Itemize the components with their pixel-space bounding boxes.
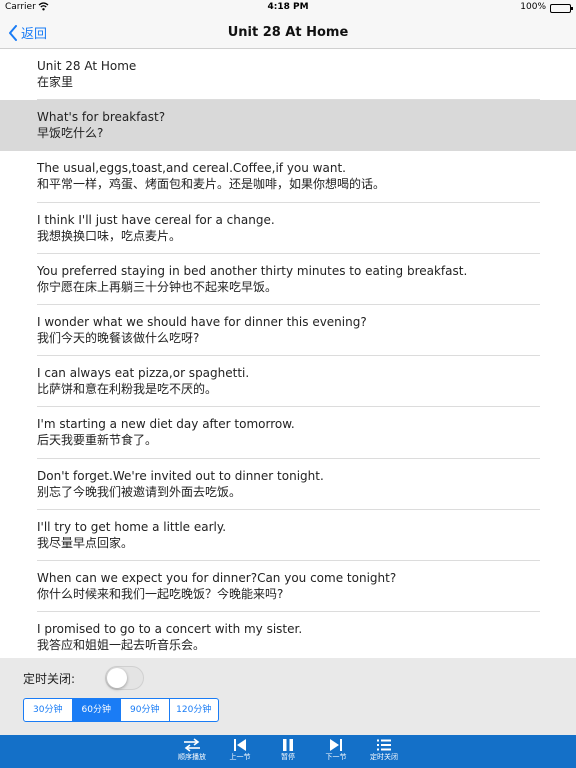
battery-percent: 100% [520,2,546,12]
sentence-english: The usual,eggs,toast,and cereal.Coffee,i… [37,161,346,176]
timer-menu-label: 定时关闭 [370,753,398,761]
sentence-row[interactable]: I'm starting a new diet day after tomorr… [0,407,576,459]
sentence-row[interactable]: What's for breakfast? 早饭吃什么? [0,100,576,152]
timer-menu-button[interactable]: 定时关闭 [360,738,408,762]
play-order-label: 顺序播放 [178,753,206,761]
toggle-knob [107,668,127,688]
navigation-bar: 返回 Unit 28 At Home [0,16,576,49]
next-button[interactable]: 下一节 [312,738,360,762]
skip-previous-icon [234,739,246,751]
timer-option-1[interactable]: 60分钟 [72,699,121,721]
sentence-english: What's for breakfast? [37,110,166,125]
list-icon [377,739,391,751]
repeat-order-icon [184,738,200,752]
sentence-row[interactable]: The usual,eggs,toast,and cereal.Coffee,i… [0,151,576,203]
sentence-chinese: 早饭吃什么? [37,126,104,141]
sentence-chinese: 我想换换口味，吃点麦片。 [37,228,182,243]
sentence-english: I promised to go to a concert with my si… [37,622,303,637]
sentence-list[interactable]: Unit 28 At Home 在家里 What's for breakfast? 早… [0,49,576,658]
next-label: 下一节 [325,753,347,761]
sentence-row[interactable]: Don't forget.We're invited out to dinner… [0,459,576,510]
sentence-row[interactable]: I'll try to get home a little early. 我尽量早… [0,510,576,562]
sentence-chinese: 后天我要重新节食了。 [37,433,158,448]
sentence-row[interactable]: You preferred staying in bed another thi… [0,254,576,306]
previous-button[interactable]: 上一节 [216,738,264,762]
clock: 4:18 PM [267,2,309,12]
sentence-row[interactable]: I wonder what we should have for dinner … [0,305,576,357]
status-bar: Carrier 4:18 PM 100% [0,0,576,16]
pause-icon [283,739,293,751]
sentence-chinese: 和平常一样，鸡蛋、烤面包和麦片。还是咖啡，如果你想喝的话。 [37,177,386,192]
sentence-chinese: 比萨饼和意在利粉我是吃不厌的。 [37,382,218,397]
sentence-row[interactable]: Unit 28 At Home 在家里 [0,49,576,101]
timer-panel: 定时关闭: 30分钟 60分钟 90分钟 120分钟 [0,658,576,735]
sentence-english: You preferred staying in bed another thi… [37,263,468,278]
previous-label: 上一节 [229,753,251,761]
sentence-english: I wonder what we should have for dinner … [37,314,367,329]
sentence-chinese: 你什么时候来和我们一起吃晚饭？今晚能来吗? [37,586,284,601]
sentence-chinese: 你宁愿在床上再躺三十分钟也不起来吃早饭。 [37,279,278,294]
timer-option-2[interactable]: 90分钟 [121,699,170,721]
sentence-english: I'll try to get home a little early. [37,519,227,534]
sentence-english: I can always eat pizza,or spaghetti. [37,366,250,381]
play-order-button[interactable]: 顺序播放 [168,738,216,762]
battery-icon [550,4,573,13]
sentence-english: I think I'll just have cereal for a chan… [37,212,275,227]
skip-next-icon [330,739,342,751]
pause-button[interactable]: 暂停 [264,738,312,762]
timer-toggle[interactable] [105,666,144,690]
sentence-row[interactable]: I think I'll just have cereal for a chan… [0,203,576,254]
sentence-chinese: 别忘了今晚我们被邀请到外面去吃饭。 [37,484,242,499]
playback-toolbar: 顺序播放 上一节 暂停 下一节 定时关闭 [0,735,576,768]
page-title: Unit 28 At Home [227,25,349,40]
timer-option-3[interactable]: 120分钟 [170,699,219,721]
sentence-english: Unit 28 At Home [37,59,137,73]
sentence-english: When can we expect you for dinner?Can yo… [37,570,397,585]
sentence-chinese: 我答应和姐姐一起去听音乐会。 [37,638,206,653]
sentence-row[interactable]: I can always eat pizza,or spaghetti. 比萨饼和… [0,356,576,408]
sentence-english: I'm starting a new diet day after tomorr… [37,417,295,432]
sentence-chinese: 我尽量早点回家。 [37,535,134,550]
sentence-chinese: 我们今天的晚餐该做什么吃呀? [37,330,200,345]
timer-option-0[interactable]: 30分钟 [24,699,73,721]
sentence-chinese: 在家里 [37,75,74,89]
sentence-row[interactable]: When can we expect you for dinner?Can yo… [0,561,576,613]
sentence-english: Don't forget.We're invited out to dinner… [37,468,324,483]
pause-label: 暂停 [281,753,295,761]
timer-label: 定时关闭: [23,672,76,686]
sentence-row[interactable]: I promised to go to a concert with my si… [0,612,576,658]
timer-duration-selector: 30分钟 60分钟 90分钟 120分钟 [23,698,219,722]
